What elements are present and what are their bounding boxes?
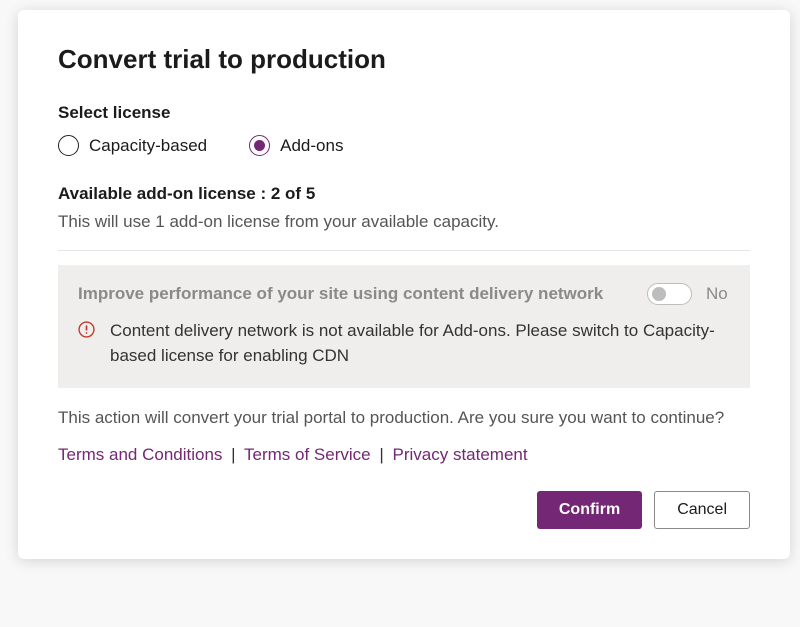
license-usage-text: This will use 1 add-on license from your… bbox=[58, 212, 750, 232]
radio-addons-label: Add-ons bbox=[280, 136, 343, 156]
radio-checked-icon bbox=[249, 135, 270, 156]
dialog-actions: Confirm Cancel bbox=[58, 491, 750, 529]
link-separator: | bbox=[231, 445, 235, 464]
radio-unchecked-icon bbox=[58, 135, 79, 156]
cdn-warning-message: Content delivery network is not availabl… bbox=[110, 319, 730, 368]
terms-and-conditions-link[interactable]: Terms and Conditions bbox=[58, 445, 222, 464]
link-separator: | bbox=[379, 445, 383, 464]
cancel-button[interactable]: Cancel bbox=[654, 491, 750, 529]
radio-capacity-based[interactable]: Capacity-based bbox=[58, 135, 207, 156]
divider bbox=[58, 250, 750, 251]
cdn-panel: Improve performance of your site using c… bbox=[58, 265, 750, 388]
license-radio-group: Capacity-based Add-ons bbox=[58, 135, 750, 156]
cdn-header: Improve performance of your site using c… bbox=[78, 283, 730, 305]
dialog-title: Convert trial to production bbox=[58, 44, 750, 75]
available-license-count: Available add-on license : 2 of 5 bbox=[58, 184, 750, 204]
info-icon bbox=[78, 319, 98, 343]
terms-of-service-link[interactable]: Terms of Service bbox=[244, 445, 371, 464]
radio-capacity-label: Capacity-based bbox=[89, 136, 207, 156]
toggle-knob-icon bbox=[652, 287, 666, 301]
confirmation-text: This action will convert your trial port… bbox=[58, 406, 750, 431]
cdn-toggle-state: No bbox=[706, 284, 730, 304]
cdn-toggle[interactable] bbox=[647, 283, 692, 305]
radio-add-ons[interactable]: Add-ons bbox=[249, 135, 343, 156]
select-license-label: Select license bbox=[58, 103, 750, 123]
legal-links: Terms and Conditions | Terms of Service … bbox=[58, 445, 750, 465]
cdn-title: Improve performance of your site using c… bbox=[78, 284, 633, 304]
convert-trial-dialog: Convert trial to production Select licen… bbox=[18, 10, 790, 559]
confirm-button[interactable]: Confirm bbox=[537, 491, 642, 529]
cdn-info-row: Content delivery network is not availabl… bbox=[78, 319, 730, 368]
privacy-statement-link[interactable]: Privacy statement bbox=[392, 445, 527, 464]
